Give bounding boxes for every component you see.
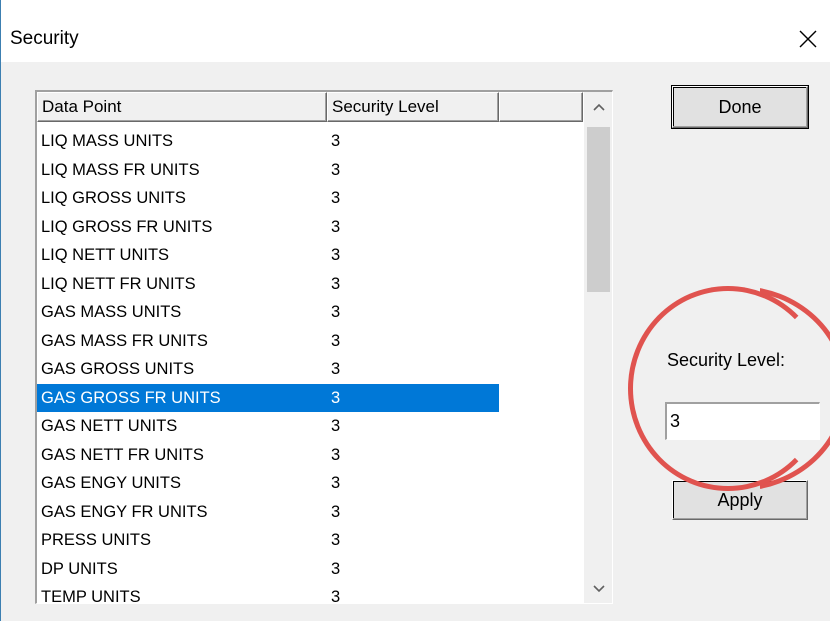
security-level-cell: 3 [331, 331, 341, 350]
security-level-cell: 3 [331, 474, 341, 492]
data-point-cell: GAS MASS FR UNITS [41, 331, 208, 350]
security-level-cell: 3 [331, 502, 341, 521]
list-row[interactable]: GAS GROSS FR UNITS 3 [37, 383, 585, 412]
close-button[interactable] [785, 18, 830, 60]
data-point-cell: GAS NETT FR UNITS [41, 445, 204, 464]
data-point-cell: PRESS UNITS [41, 531, 152, 549]
row-cells: LIQ NETT UNITS 3 [37, 241, 499, 270]
list-row[interactable]: GAS MASS FR UNITS 3 [37, 327, 585, 356]
security-dialog: Security Data Point Security Level LIQ M… [0, 0, 830, 621]
column-header-security-level[interactable]: Security Level [327, 92, 499, 122]
scroll-up-arrow-icon [592, 103, 605, 111]
list-row[interactable]: GAS ENGY FR UNITS 3 [37, 498, 585, 527]
security-level-cell: 3 [331, 360, 341, 378]
data-point-cell: LIQ NETT UNITS [41, 246, 170, 264]
annotation-circle [628, 286, 828, 491]
row-cells: GAS ENGY UNITS 3 [37, 469, 499, 498]
security-level-cell: 3 [331, 303, 341, 321]
data-point-list[interactable]: Data Point Security Level LIQ MASS UNITS… [35, 90, 613, 604]
list-row[interactable]: DP UNITS 3 [37, 555, 585, 584]
done-button[interactable]: Done [671, 85, 809, 129]
column-header-blank[interactable] [499, 92, 583, 122]
list-row[interactable]: GAS NETT UNITS 3 [37, 412, 585, 441]
data-point-cell: GAS ENGY FR UNITS [41, 502, 208, 521]
data-point-cell: GAS NETT UNITS [41, 417, 178, 435]
security-level-cell: 3 [331, 189, 341, 207]
data-point-cell: LIQ NETT FR UNITS [41, 274, 196, 293]
list-row[interactable]: TEMP UNITS 3 [37, 583, 585, 604]
security-level-label: Security Level: [667, 350, 786, 370]
security-level-cell: 3 [331, 160, 341, 179]
list-row[interactable]: PRESS UNITS 3 [37, 526, 585, 555]
scroll-down-button[interactable] [584, 574, 612, 603]
data-point-cell: GAS MASS UNITS [41, 303, 182, 321]
vertical-scrollbar[interactable] [584, 92, 612, 603]
security-level-input[interactable] [665, 402, 820, 440]
row-cells: DP UNITS 3 [37, 555, 499, 584]
row-cells: LIQ MASS FR UNITS 3 [37, 156, 499, 185]
list-row[interactable]: GAS MASS UNITS 3 [37, 298, 585, 327]
scroll-thumb[interactable] [587, 127, 610, 292]
row-cells: GAS MASS FR UNITS 3 [37, 327, 499, 356]
scroll-down-arrow-icon [592, 585, 605, 593]
security-level-cell: 3 [331, 132, 341, 150]
row-cells: LIQ GROSS FR UNITS 3 [37, 213, 499, 242]
list-row[interactable]: LIQ MASS UNITS 3 [37, 127, 585, 156]
security-level-cell: 3 [331, 417, 341, 435]
data-point-cell: GAS GROSS FR UNITS [41, 388, 221, 407]
scroll-up-button[interactable] [584, 92, 612, 122]
annotation-circle-arc [760, 286, 830, 491]
row-cells: TEMP UNITS 3 [37, 583, 499, 604]
data-point-cell: LIQ MASS FR UNITS [41, 160, 200, 179]
list-rows: LIQ MASS UNITS 3 LIQ MASS FR UNITS 3 LIQ GRO… [37, 127, 585, 604]
row-cells: GAS ENGY FR UNITS 3 [37, 498, 499, 527]
row-cells: LIQ NETT FR UNITS 3 [37, 270, 499, 299]
data-point-cell: DP UNITS [41, 559, 118, 578]
security-level-cell: 3 [331, 388, 341, 407]
close-icon [799, 30, 817, 48]
apply-button[interactable]: Apply [672, 480, 808, 520]
security-level-cell: 3 [331, 246, 341, 264]
list-row[interactable]: GAS ENGY UNITS 3 [37, 469, 585, 498]
window-title: Security [10, 28, 79, 49]
row-cells: GAS NETT FR UNITS 3 [37, 441, 499, 470]
row-cells: GAS GROSS UNITS 3 [37, 355, 499, 384]
row-cells: LIQ MASS UNITS 3 [37, 127, 499, 156]
list-row[interactable]: LIQ GROSS UNITS 3 [37, 184, 585, 213]
list-row[interactable]: LIQ NETT FR UNITS 3 [37, 270, 585, 299]
list-row[interactable]: GAS GROSS UNITS 3 [37, 355, 585, 384]
row-cells: LIQ GROSS UNITS 3 [37, 184, 499, 213]
data-point-cell: TEMP UNITS [41, 588, 141, 604]
security-level-cell: 3 [331, 445, 341, 464]
data-point-cell: LIQ MASS UNITS [41, 132, 174, 150]
data-point-cell: GAS ENGY UNITS [41, 474, 181, 492]
list-row[interactable]: GAS NETT FR UNITS 3 [37, 441, 585, 470]
list-row[interactable]: LIQ MASS FR UNITS 3 [37, 156, 585, 185]
security-level-cell: 3 [331, 588, 341, 604]
list-header: Data Point Security Level [37, 92, 612, 122]
security-level-cell: 3 [331, 531, 341, 549]
row-cells: GAS MASS UNITS 3 [37, 298, 499, 327]
security-level-cell: 3 [331, 559, 341, 578]
data-point-cell: LIQ GROSS FR UNITS [41, 217, 213, 236]
list-row[interactable]: LIQ NETT UNITS 3 [37, 241, 585, 270]
row-cells: PRESS UNITS 3 [37, 526, 499, 555]
security-level-cell: 3 [331, 274, 341, 293]
list-row[interactable]: LIQ GROSS FR UNITS 3 [37, 213, 585, 242]
column-header-data-point[interactable]: Data Point [37, 92, 327, 122]
data-point-cell: LIQ GROSS UNITS [41, 189, 186, 207]
row-cells: GAS NETT UNITS 3 [37, 412, 499, 441]
data-point-cell: GAS GROSS UNITS [41, 360, 195, 378]
row-cells: GAS GROSS FR UNITS 3 [37, 383, 499, 412]
security-level-cell: 3 [331, 217, 341, 236]
title-bar: Security [1, 0, 830, 62]
